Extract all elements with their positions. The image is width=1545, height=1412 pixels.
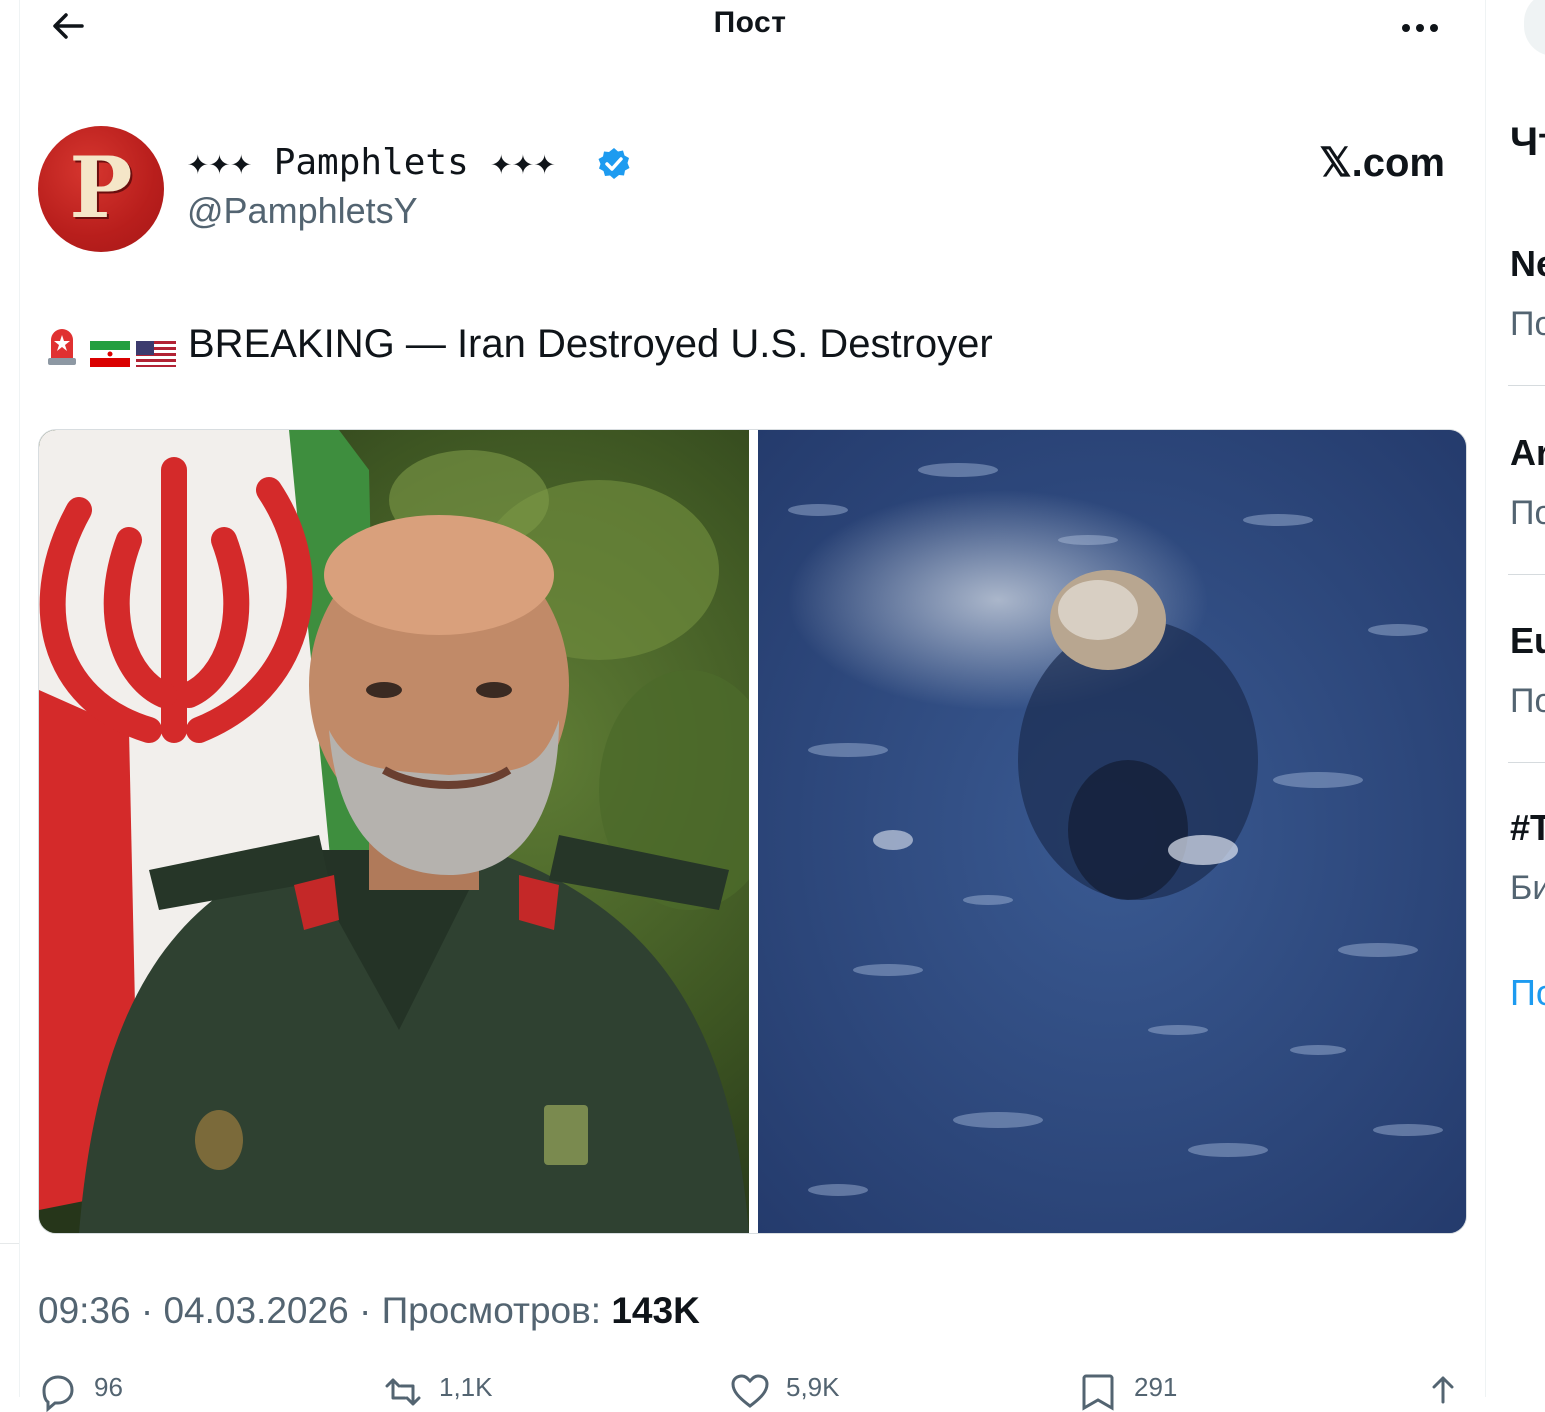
tweet-text: BREAKING — Iran Destroyed U.S. Destroyer (46, 322, 993, 367)
trend-title[interactable]: Eu (1510, 620, 1545, 662)
like-count: 5,9K (786, 1372, 840, 1402)
verified-badge-icon (596, 146, 632, 182)
share-button[interactable] (1423, 1372, 1479, 1412)
media-divider (749, 430, 758, 1233)
siren-emoji-icon (46, 324, 78, 366)
like-button[interactable]: 5,9K (730, 1372, 840, 1412)
iran-flag-emoji-icon (90, 332, 130, 367)
bookmark-count: 291 (1134, 1372, 1178, 1402)
trend-subtitle: Би (1510, 869, 1545, 907)
heart-icon (731, 1374, 769, 1408)
bookmark-icon (1082, 1374, 1114, 1411)
trend-subtitle: По (1510, 494, 1545, 532)
meta-separator: · (140, 1290, 164, 1331)
tweet-actions: 96 1,1K 5,9K 291 (38, 1372, 1468, 1412)
author-handle[interactable]: @PamphletsY (187, 190, 418, 232)
sidebar-divider (1508, 574, 1545, 575)
sidebar-divider (1508, 762, 1545, 763)
photo-military-officer[interactable] (39, 430, 749, 1233)
us-flag-emoji-icon (136, 332, 176, 367)
tweet-time[interactable]: 09:36 (38, 1290, 131, 1331)
page-title: Пост (713, 6, 787, 39)
tweet-meta: 09:36 · 04.03.2026 · Просмотров: 143K (38, 1290, 700, 1332)
trend-subtitle: По (1510, 305, 1545, 343)
views-count: 143K (611, 1290, 700, 1331)
author-display-name[interactable]: ✦✦✦ Pamphlets ✦✦✦ (187, 142, 555, 183)
trend-title[interactable]: Ar (1510, 432, 1545, 474)
tweet-date[interactable]: 04.03.2026 (163, 1290, 348, 1331)
trend-title[interactable]: #T (1510, 807, 1545, 849)
more-options-icon[interactable] (1398, 8, 1442, 44)
sidebar-search-input[interactable] (1524, 0, 1545, 56)
trend-subtitle: По (1510, 682, 1545, 720)
meta-separator: · (358, 1290, 382, 1331)
sidebar-divider (1508, 385, 1545, 386)
repost-icon (385, 1378, 421, 1406)
reply-count: 96 (94, 1372, 123, 1402)
avatar[interactable]: P (38, 126, 164, 252)
show-more-link[interactable]: По (1510, 972, 1545, 1014)
bookmark-button[interactable]: 291 (1078, 1372, 1177, 1412)
sidebar-heading: Чт (1510, 120, 1545, 164)
x-logo-source[interactable]: 𝕏.com (1280, 140, 1445, 186)
reply-button[interactable]: 96 (38, 1372, 123, 1412)
trend-title[interactable]: Ne (1510, 243, 1545, 285)
repost-count: 1,1K (439, 1372, 493, 1402)
avatar-logo-letter: P (69, 137, 133, 237)
tweet-text-content: BREAKING — Iran Destroyed U.S. Destroyer (188, 322, 993, 366)
share-icon (1432, 1376, 1454, 1404)
photo-ocean-explosion[interactable] (758, 430, 1466, 1233)
repost-button[interactable]: 1,1K (383, 1372, 493, 1412)
media-grid[interactable] (38, 429, 1467, 1234)
views-label: Просмотров: (381, 1290, 602, 1331)
reply-icon (42, 1375, 74, 1412)
left-divider (0, 1243, 19, 1244)
